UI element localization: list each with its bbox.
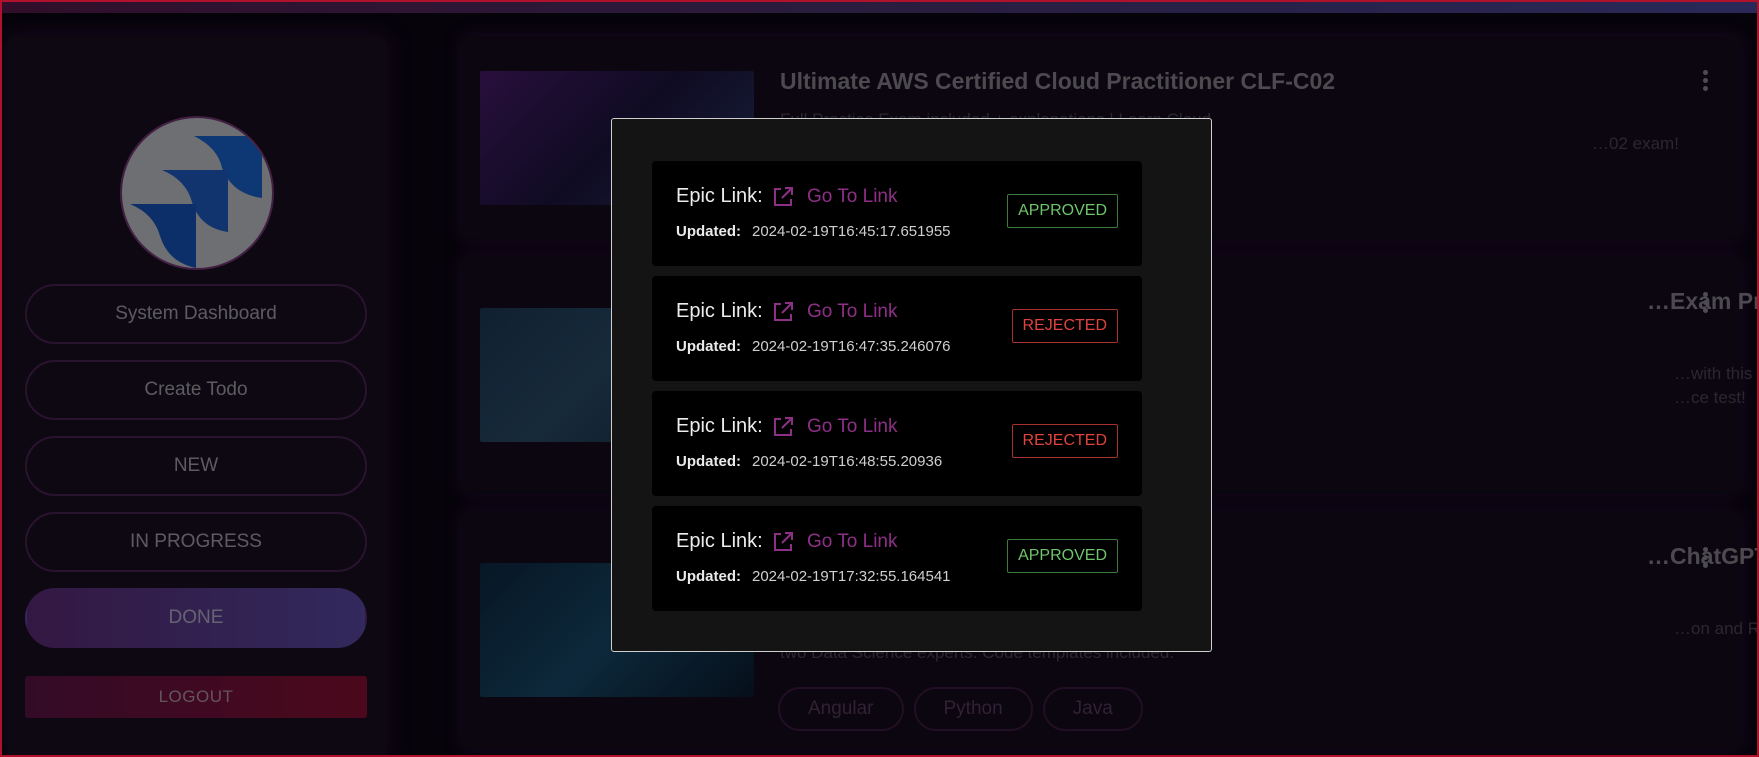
epic-entry: Epic Link: Go To Link Updated: 2024-02-1… (652, 161, 1142, 266)
updated-timestamp: 2024-02-19T16:45:17.651955 (752, 223, 951, 240)
go-to-link[interactable]: Go To Link (807, 531, 897, 553)
external-link-icon[interactable] (771, 415, 795, 439)
updated-timestamp: 2024-02-19T16:47:35.246076 (752, 338, 951, 355)
epic-link-label: Epic Link: (676, 530, 763, 552)
epic-link-label: Epic Link: (676, 300, 763, 322)
epic-entry: Epic Link: Go To Link Updated: 2024-02-1… (652, 506, 1142, 611)
epic-links-modal: Epic Link: Go To Link Updated: 2024-02-1… (611, 118, 1212, 652)
go-to-link[interactable]: Go To Link (807, 186, 897, 208)
external-link-icon[interactable] (771, 300, 795, 324)
updated-label: Updated: (676, 568, 741, 585)
epic-entry: Epic Link: Go To Link Updated: 2024-02-1… (652, 276, 1142, 381)
updated-timestamp: 2024-02-19T16:48:55.20936 (752, 453, 943, 470)
updated-label: Updated: (676, 223, 741, 240)
status-badge: REJECTED (1011, 309, 1118, 343)
status-badge: APPROVED (1007, 194, 1118, 228)
epic-link-label: Epic Link: (676, 185, 763, 207)
updated-label: Updated: (676, 453, 741, 470)
external-link-icon[interactable] (771, 530, 795, 554)
external-link-icon[interactable] (771, 185, 795, 209)
updated-label: Updated: (676, 338, 741, 355)
go-to-link[interactable]: Go To Link (807, 416, 897, 438)
go-to-link[interactable]: Go To Link (807, 301, 897, 323)
epic-link-label: Epic Link: (676, 415, 763, 437)
epic-entry: Epic Link: Go To Link Updated: 2024-02-1… (652, 391, 1142, 496)
updated-timestamp: 2024-02-19T17:32:55.164541 (752, 568, 951, 585)
status-badge: APPROVED (1007, 539, 1118, 573)
status-badge: REJECTED (1011, 424, 1118, 458)
